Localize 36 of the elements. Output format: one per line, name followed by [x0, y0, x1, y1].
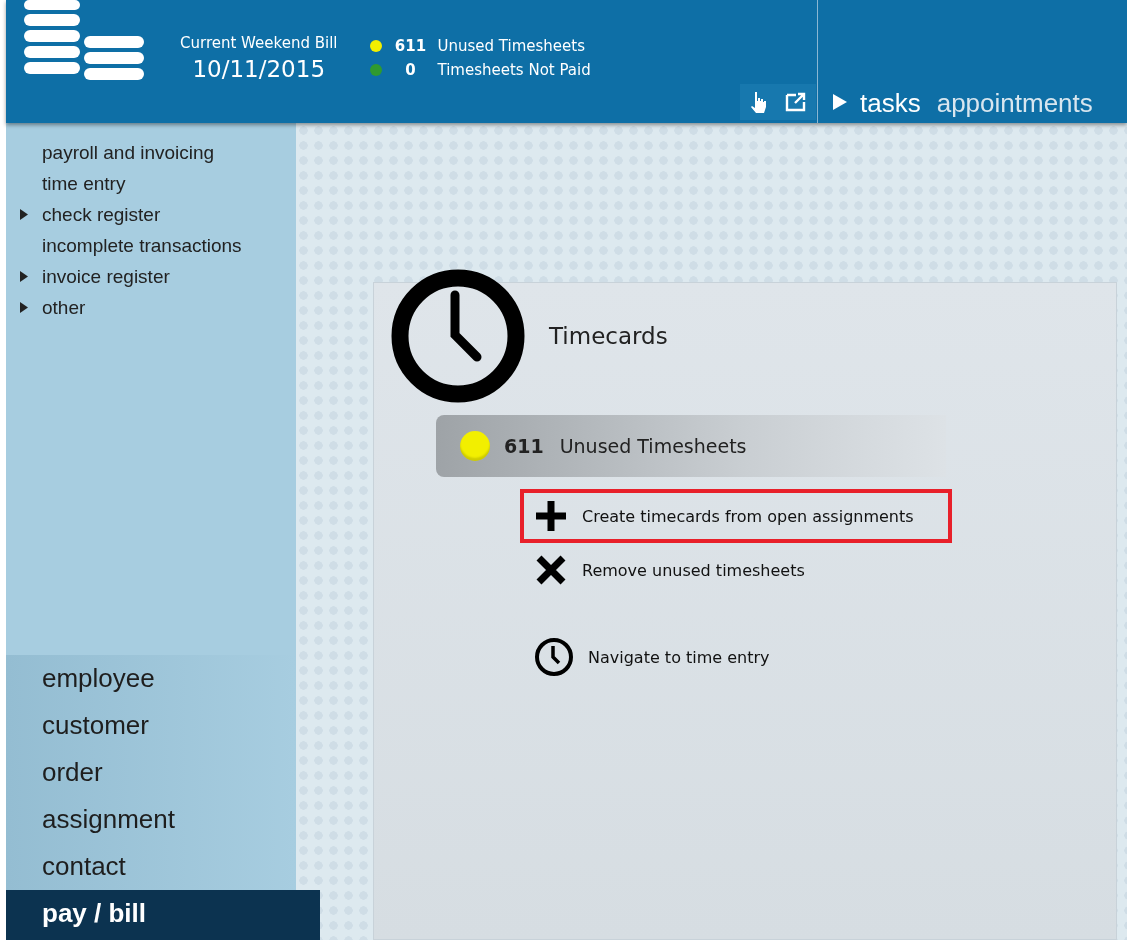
clock-icon[interactable]	[534, 637, 574, 677]
nav-item[interactable]: assignment	[6, 796, 296, 843]
pointer-hand-icon[interactable]	[748, 91, 767, 113]
summary-count: 611	[504, 435, 544, 457]
panel-title: Timecards	[549, 323, 668, 349]
expand-arrow-icon[interactable]	[20, 302, 28, 313]
menu-item[interactable]: incomplete transactions	[42, 234, 242, 257]
expand-arrow-icon[interactable]	[20, 209, 28, 220]
action-link[interactable]: Navigate to time entry	[588, 647, 770, 667]
nav-item[interactable]: order	[6, 749, 296, 796]
status-count: 611	[393, 37, 428, 55]
status-label: Timesheets Not Paid	[437, 61, 591, 79]
nav-item[interactable]: pay / bill	[6, 890, 320, 940]
plus-icon[interactable]	[534, 499, 568, 533]
tab[interactable]: appointments	[932, 88, 1101, 119]
close-icon[interactable]	[534, 553, 568, 587]
play-triangle-icon	[832, 93, 848, 111]
action-link[interactable]: Remove unused timesheets	[582, 560, 805, 580]
nav-item[interactable]: customer	[6, 702, 296, 749]
clock-icon	[391, 269, 525, 403]
nav-item[interactable]: employee	[6, 655, 296, 702]
menu-item[interactable]: other	[42, 296, 86, 319]
menu-item[interactable]: check register	[42, 203, 161, 226]
action-link[interactable]: Create timecards from open assignments	[582, 506, 914, 526]
status-count: 0	[404, 61, 417, 79]
summary-label: Unused Timesheets	[559, 435, 747, 457]
nav-item[interactable]: contact	[6, 843, 296, 890]
menu-item[interactable]: invoice register	[42, 265, 170, 288]
bill-label: Current Weekend Bill	[180, 34, 338, 52]
menu-item[interactable]: payroll and invoicing	[42, 141, 215, 164]
expand-arrow-icon[interactable]	[20, 271, 28, 282]
status-label: Unused Timesheets	[437, 37, 585, 55]
tab[interactable]: tasks	[856, 88, 929, 119]
external-link-icon[interactable]	[783, 91, 808, 113]
bill-date: 10/11/2015	[192, 56, 326, 82]
menu-item[interactable]: time entry	[42, 172, 126, 195]
